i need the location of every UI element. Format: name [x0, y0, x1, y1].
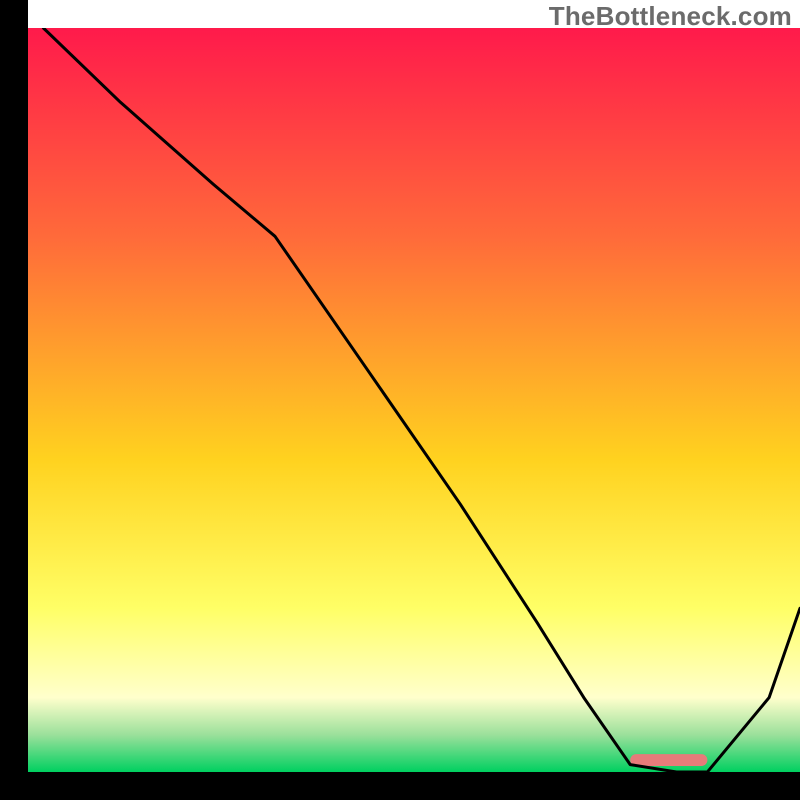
axis-bottom: [0, 772, 800, 800]
chart-stage: TheBottleneck.com: [0, 0, 800, 800]
trough-marker: [630, 754, 707, 766]
axis-left: [0, 0, 28, 800]
plot-wrap: [0, 0, 800, 800]
gradient-background: [28, 28, 800, 772]
plot-svg: [28, 28, 800, 772]
plot-area: [28, 28, 800, 772]
